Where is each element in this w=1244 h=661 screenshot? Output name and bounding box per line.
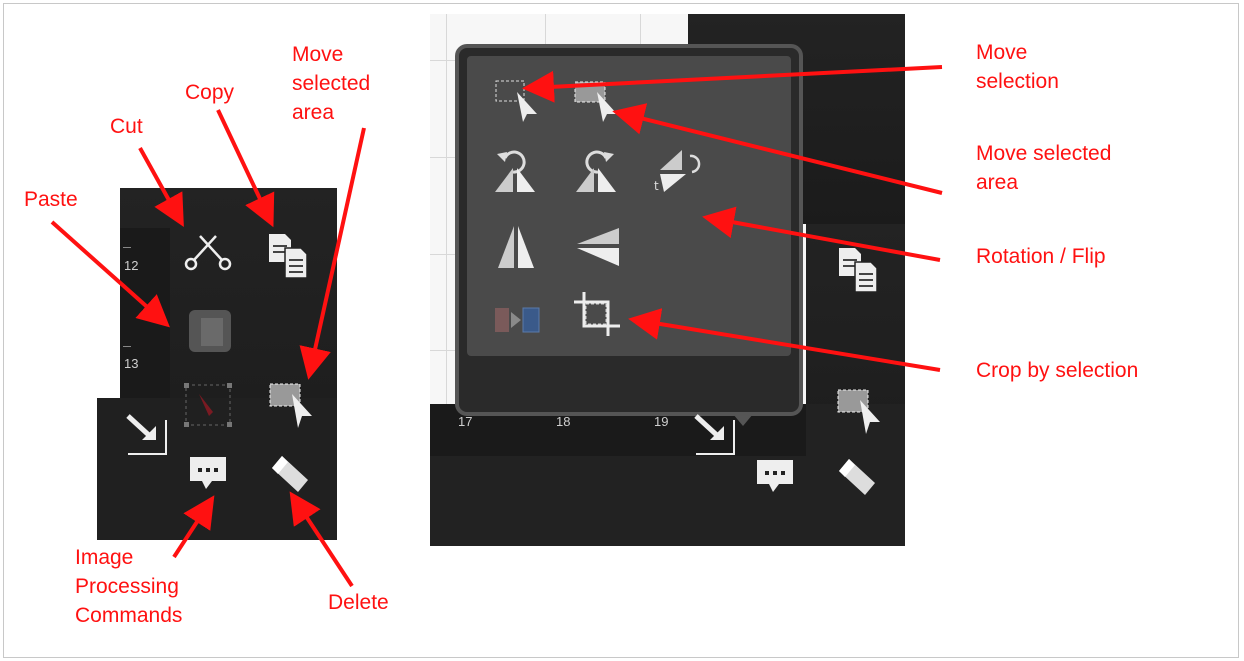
annotation-rotation-flip: Rotation / Flip [976, 245, 1106, 268]
ruler-tick [123, 247, 131, 248]
annotation-move-selection: Move selection [976, 38, 1059, 96]
flip-horizontal-icon[interactable] [494, 222, 538, 277]
eraser-icon[interactable] [268, 452, 312, 501]
ruler-tick [123, 346, 131, 347]
move-selected-area-icon[interactable] [836, 386, 886, 441]
move-selection-icon[interactable] [493, 78, 543, 127]
ruler-label-17: 17 [458, 414, 473, 429]
move-selected-area-icon[interactable] [268, 380, 318, 435]
crop-icon[interactable] [572, 290, 622, 345]
annotation-image-processing: Image Processing Commands [75, 543, 182, 630]
annotation-line: selection [976, 70, 1059, 93]
paste-icon[interactable] [185, 306, 235, 361]
annotation-paste: Paste [24, 188, 78, 211]
resize-arrow-icon[interactable] [124, 412, 174, 463]
free-rotate-icon[interactable]: t [652, 146, 704, 199]
scissors-icon[interactable] [178, 228, 238, 283]
resize-icon[interactable] [493, 302, 543, 343]
resize-arrow-icon[interactable] [692, 412, 742, 463]
annotation-move-selected-area-right: Move selected area [976, 139, 1111, 197]
svg-text:t: t [654, 179, 659, 193]
grid-line [446, 14, 447, 404]
move-selected-area-icon[interactable] [573, 78, 623, 127]
rotate-left-icon[interactable] [491, 148, 541, 199]
image-processing-disabled-icon [183, 380, 235, 435]
speech-bubble-icon[interactable] [188, 455, 228, 500]
left-ruler [120, 228, 170, 398]
annotation-line: Commands [75, 604, 183, 627]
flip-vertical-icon[interactable] [573, 224, 623, 275]
annotation-crop-by-selection: Crop by selection [976, 359, 1139, 382]
ruler-label-13: 13 [124, 356, 139, 371]
annotation-line: Move [292, 43, 344, 66]
annotation-line: area [976, 171, 1019, 194]
annotation-line: area [292, 101, 335, 124]
rotate-right-icon[interactable] [572, 148, 622, 199]
annotation-move-selected-area: Move selected area [292, 40, 370, 127]
annotation-delete: Delete [328, 591, 389, 614]
annotation-line: Move selected [976, 142, 1112, 165]
annotation-copy: Copy [185, 81, 235, 104]
speech-bubble-icon[interactable] [755, 458, 795, 503]
copy-icon[interactable] [265, 230, 315, 285]
annotation-cut: Cut [110, 115, 143, 138]
annotation-line: Image [75, 546, 134, 569]
annotation-line: Move [976, 41, 1028, 64]
ruler-label-12: 12 [124, 258, 139, 273]
eraser-icon[interactable] [835, 455, 879, 504]
annotation-line: selected [292, 72, 371, 95]
ruler-label-19: 19 [654, 414, 669, 429]
ruler-label-18: 18 [556, 414, 571, 429]
copy-icon[interactable] [835, 244, 885, 299]
annotation-line: Processing [75, 575, 179, 598]
